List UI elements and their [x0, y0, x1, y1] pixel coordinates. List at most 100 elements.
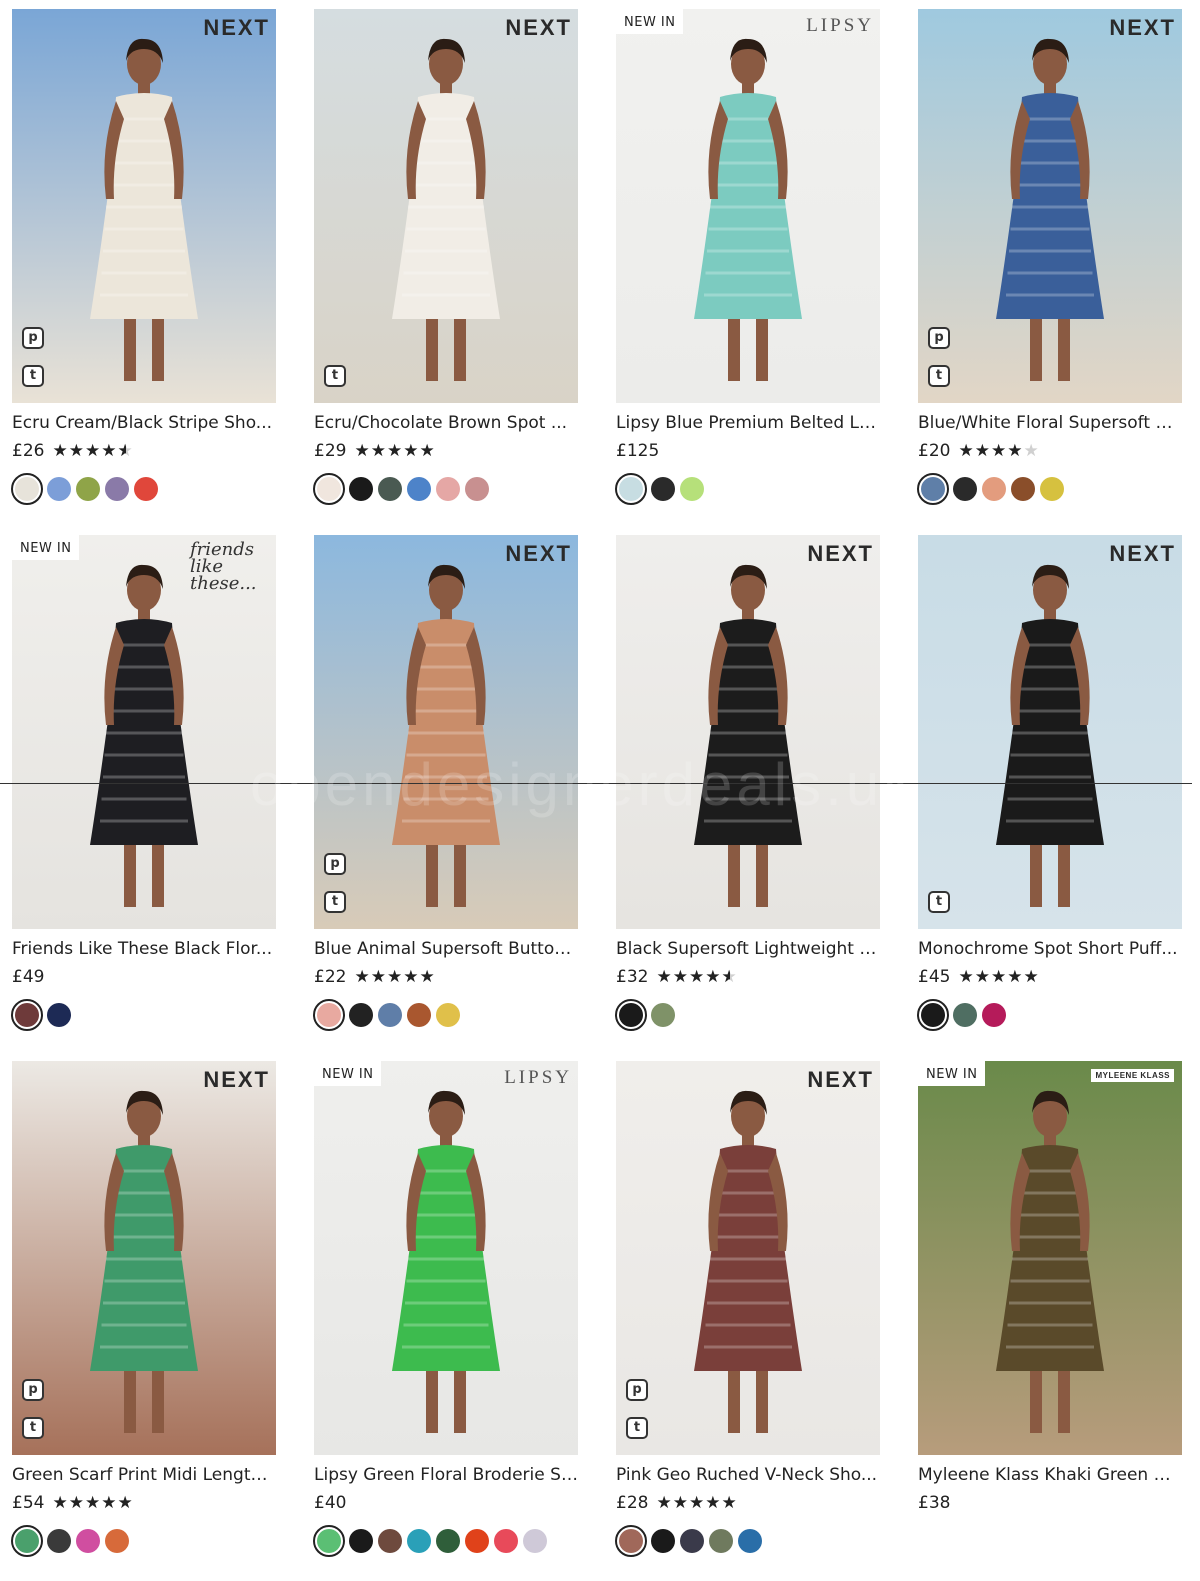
colour-swatch[interactable]: [47, 1003, 71, 1027]
product-image[interactable]: NEXT p t: [12, 9, 276, 403]
product-image[interactable]: NEXT p t: [918, 9, 1182, 403]
colour-swatch[interactable]: [134, 477, 158, 501]
star-icon: ★: [403, 966, 419, 987]
colour-swatch[interactable]: [313, 473, 345, 505]
product-title[interactable]: Ecru Cream/Black Stripe Sho...: [12, 413, 276, 433]
product-price: £49: [12, 967, 45, 987]
colour-swatch[interactable]: [378, 1003, 402, 1027]
colour-swatch[interactable]: [615, 999, 647, 1031]
product-title[interactable]: Lipsy Green Floral Broderie Sl...: [314, 1465, 578, 1485]
product-card[interactable]: LIPSY NEW IN Lipsy Green Floral Broderie S…: [313, 1061, 578, 1571]
price-line: £40: [314, 1492, 354, 1514]
colour-swatch[interactable]: [738, 1529, 762, 1553]
product-title[interactable]: Blue Animal Supersoft Button...: [314, 939, 578, 959]
colour-swatch[interactable]: [436, 477, 460, 501]
colour-swatch[interactable]: [349, 1529, 373, 1553]
colour-swatch[interactable]: [651, 1003, 675, 1027]
product-photo: [12, 1061, 276, 1455]
product-image[interactable]: MYLEENE KLASS NEW IN: [918, 1061, 1182, 1455]
colour-swatch[interactable]: [953, 1003, 977, 1027]
colour-swatch[interactable]: [407, 1529, 431, 1553]
product-photo: [314, 535, 578, 929]
product-card[interactable]: NEXT p t Green Scarf Print Midi Length... £5…: [11, 1061, 276, 1571]
price-line: £28 ★ ★ ★ ★ ★: [616, 1492, 738, 1514]
product-image[interactable]: NEXT p t: [314, 535, 578, 929]
colour-swatch[interactable]: [76, 1529, 100, 1553]
rating-stars: ★ ★ ★ ★ ★: [52, 1494, 133, 1512]
product-card[interactable]: NEXT p t Blue/White Floral Supersoft B... £2…: [917, 9, 1182, 519]
colour-swatch[interactable]: [76, 477, 100, 501]
colour-swatch[interactable]: [436, 1529, 460, 1553]
colour-swatch[interactable]: [615, 473, 647, 505]
petite-size-icon: p: [22, 1379, 44, 1401]
star-icon: ★: [656, 966, 672, 987]
product-title[interactable]: Lipsy Blue Premium Belted La...: [616, 413, 880, 433]
product-image[interactable]: NEXT: [616, 535, 880, 929]
product-card[interactable]: NEXT t Ecru/Chocolate Brown Spot ... £29 ★ ★ ★…: [313, 9, 578, 519]
colour-swatches: [917, 473, 1069, 505]
rating-stars: ★ ★ ★ ★ ★: [354, 440, 435, 461]
colour-swatch[interactable]: [917, 473, 949, 505]
product-photo: [616, 535, 880, 929]
star-icon: ★: [1007, 966, 1023, 987]
colour-swatch[interactable]: [378, 477, 402, 501]
product-card[interactable]: MYLEENE KLASS NEW IN Myleene Klass Khaki G…: [918, 1061, 1182, 1571]
colour-swatch[interactable]: [523, 1529, 547, 1553]
product-title[interactable]: Black Supersoft Lightweight L...: [616, 939, 880, 959]
colour-swatch[interactable]: [313, 999, 345, 1031]
colour-swatch[interactable]: [709, 1529, 733, 1553]
colour-swatch[interactable]: [378, 1529, 402, 1553]
colour-swatch[interactable]: [917, 999, 949, 1031]
product-image[interactable]: NEXT p t: [12, 1061, 276, 1455]
colour-swatch[interactable]: [680, 1529, 704, 1553]
product-image[interactable]: LIPSY NEW IN: [314, 1061, 578, 1455]
product-image[interactable]: NEXT p t: [616, 1061, 880, 1455]
star-icon: ★: [117, 442, 132, 460]
colour-swatch[interactable]: [1040, 477, 1064, 501]
product-card[interactable]: friends like these... NEW IN Friends Like …: [11, 535, 276, 1045]
colour-swatch[interactable]: [953, 477, 977, 501]
colour-swatch[interactable]: [407, 477, 431, 501]
colour-swatch[interactable]: [615, 1525, 647, 1557]
colour-swatch[interactable]: [436, 1003, 460, 1027]
colour-swatch[interactable]: [313, 1525, 345, 1557]
product-title[interactable]: Green Scarf Print Midi Length...: [12, 1465, 276, 1485]
colour-swatch[interactable]: [349, 1003, 373, 1027]
colour-swatches: [11, 1525, 134, 1557]
colour-swatch[interactable]: [407, 1003, 431, 1027]
colour-swatch[interactable]: [105, 1529, 129, 1553]
product-card[interactable]: NEXT p t Pink Geo Ruched V-Neck Sho... £28 ★ ★…: [615, 1061, 880, 1571]
colour-swatch[interactable]: [11, 999, 43, 1031]
colour-swatch[interactable]: [349, 477, 373, 501]
colour-swatch[interactable]: [47, 477, 71, 501]
product-card[interactable]: LIPSY NEW IN Lipsy Blue Premium Belted La.…: [615, 9, 880, 519]
product-title[interactable]: Monochrome Spot Short Puff...: [918, 939, 1182, 959]
product-image[interactable]: NEXT t: [918, 535, 1182, 929]
colour-swatch[interactable]: [680, 477, 704, 501]
colour-swatch[interactable]: [651, 1529, 675, 1553]
product-title[interactable]: Ecru/Chocolate Brown Spot ...: [314, 413, 578, 433]
colour-swatch[interactable]: [982, 477, 1006, 501]
product-title[interactable]: Blue/White Floral Supersoft B...: [918, 413, 1182, 433]
colour-swatch[interactable]: [982, 1003, 1006, 1027]
colour-swatch[interactable]: [465, 477, 489, 501]
colour-swatch[interactable]: [11, 1525, 43, 1557]
colour-swatch[interactable]: [651, 477, 675, 501]
product-title[interactable]: Friends Like These Black Flor...: [12, 939, 276, 959]
colour-swatch[interactable]: [47, 1529, 71, 1553]
product-title[interactable]: Pink Geo Ruched V-Neck Sho...: [616, 1465, 880, 1485]
colour-swatch[interactable]: [1011, 477, 1035, 501]
colour-swatch[interactable]: [105, 477, 129, 501]
product-card[interactable]: NEXT p t Ecru Cream/Black Stripe Sho... £26 ★…: [11, 9, 276, 519]
product-image[interactable]: LIPSY NEW IN: [616, 9, 880, 403]
colour-swatches: [11, 473, 163, 505]
price-line: £49: [12, 966, 52, 988]
product-card[interactable]: NEXT t Monochrome Spot Short Puff... £45 ★ ★ ★…: [917, 535, 1182, 1045]
product-image[interactable]: NEXT t: [314, 9, 578, 403]
product-image[interactable]: friends like these... NEW IN: [12, 535, 276, 929]
colour-swatch[interactable]: [494, 1529, 518, 1553]
colour-swatch[interactable]: [11, 473, 43, 505]
star-icon: ★: [419, 440, 435, 461]
colour-swatch[interactable]: [465, 1529, 489, 1553]
product-title[interactable]: Myleene Klass Khaki Green M...: [918, 1465, 1182, 1485]
